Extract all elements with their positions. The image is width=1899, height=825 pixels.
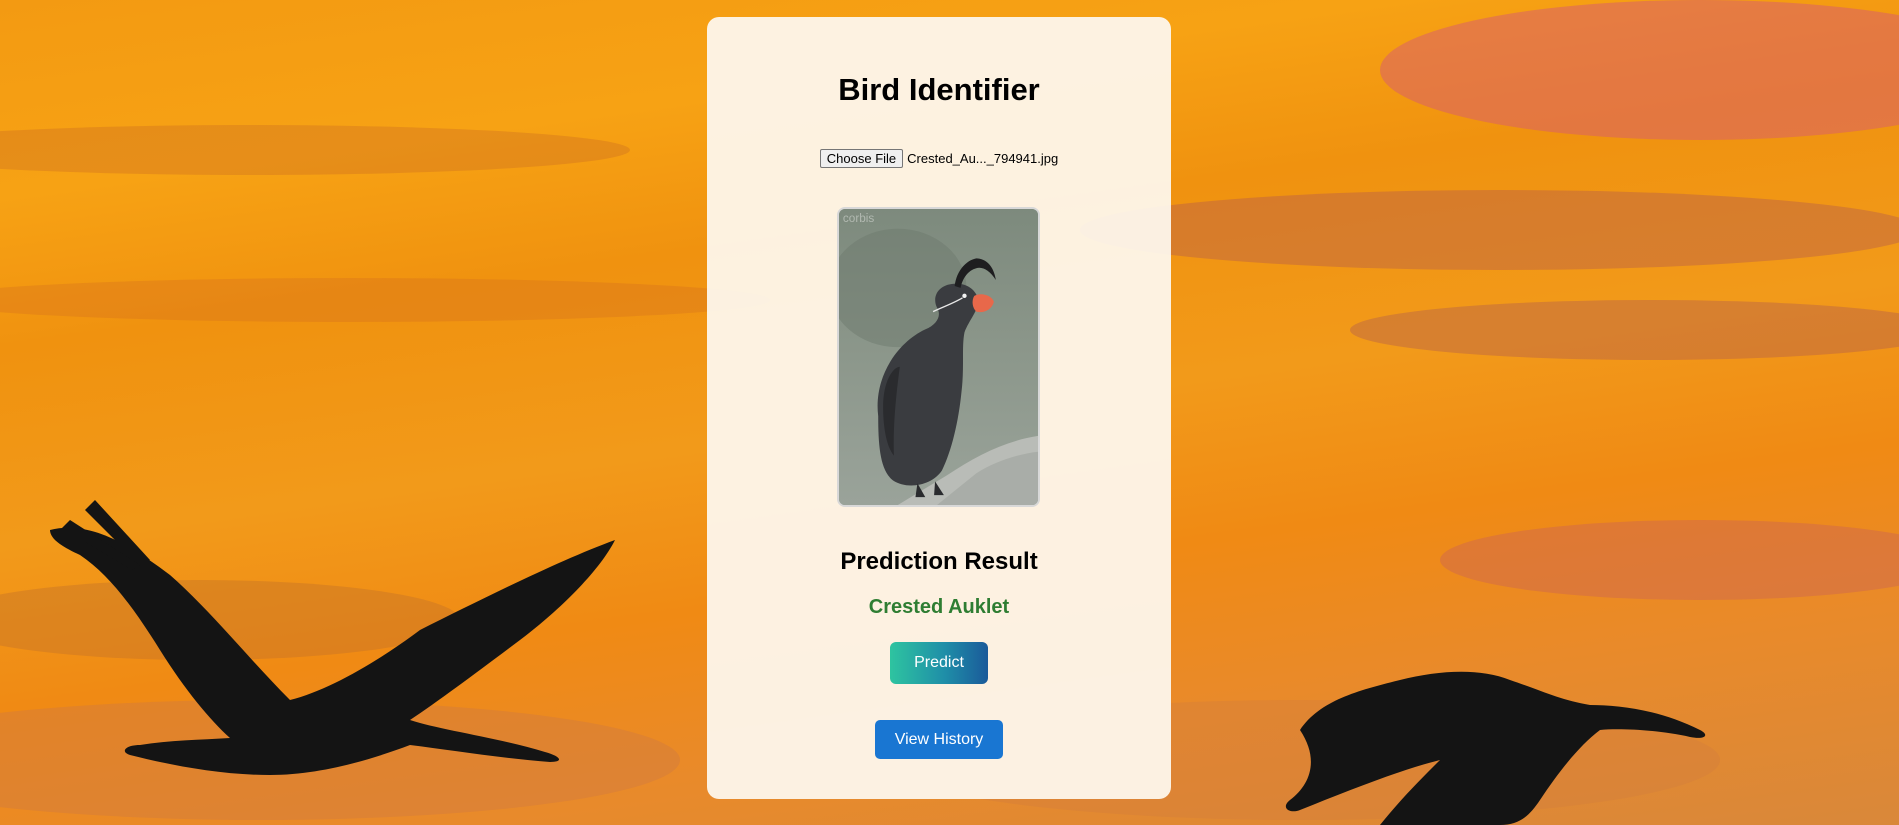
predict-button[interactable]: Predict: [890, 642, 988, 684]
left-bird-silhouette: [50, 500, 615, 775]
image-watermark: corbis: [843, 211, 874, 225]
file-upload-row: Choose File Crested_Au..._794941.jpg: [707, 149, 1171, 168]
bird-image-preview: corbis: [837, 207, 1040, 507]
page-title: Bird Identifier: [838, 72, 1040, 107]
identifier-card: Bird Identifier Choose File Crested_Au..…: [707, 17, 1171, 799]
view-history-button[interactable]: View History: [875, 720, 1003, 759]
selected-file-name: Crested_Au..._794941.jpg: [907, 151, 1059, 166]
prediction-result-heading: Prediction Result: [840, 548, 1038, 575]
predicted-species: Crested Auklet: [868, 596, 1010, 618]
right-bird-silhouette: [1285, 671, 1706, 825]
choose-file-button[interactable]: Choose File: [819, 149, 904, 168]
